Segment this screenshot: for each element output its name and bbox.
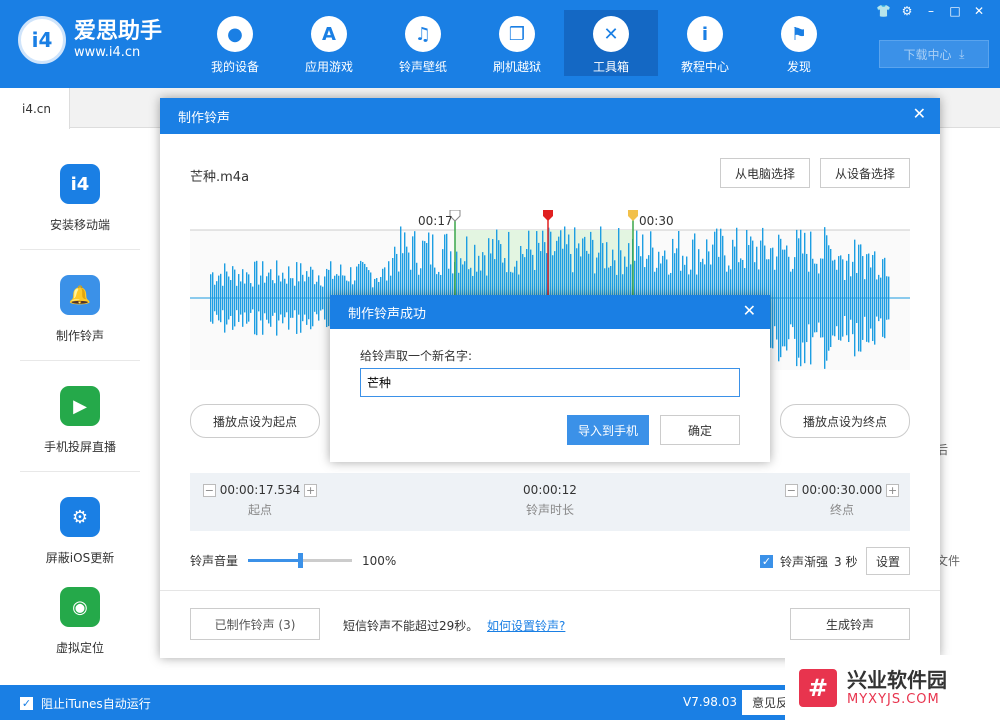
ringtone-name-input[interactable]: [360, 368, 740, 397]
tool-block-ios-update[interactable]: ⚙ 屏蔽iOS更新: [0, 497, 160, 566]
app-name: 爱思助手: [74, 19, 163, 44]
top-bar: i4 爱思助手 www.i4.cn ● 我的设备 A 应用游戏 ♫ 铃声壁纸 ❒ 刷机越…: [0, 0, 1000, 88]
minimize-icon[interactable]: –: [924, 4, 938, 18]
mirror-play-icon: ▶: [60, 386, 100, 426]
time-panel: − 00:00:17.534 + 起点 00:00:12 铃声时长 − 00:0…: [190, 473, 910, 531]
watermark-url: MYXYJS.COM: [847, 692, 940, 707]
tools-icon: ✕: [593, 16, 629, 52]
end-plus-button[interactable]: +: [886, 484, 900, 497]
block-update-icon: ⚙: [60, 497, 100, 537]
flag-icon: ⚑: [781, 16, 817, 52]
tool-screen-mirror[interactable]: ▶ 手机投屏直播: [0, 386, 160, 455]
download-icon: ⤓: [959, 46, 965, 61]
download-center-button[interactable]: 下载中心 ⤓: [879, 40, 989, 68]
start-marker-time: 00:17: [418, 214, 453, 228]
playhead-handle: [543, 210, 553, 221]
i4-logo-icon: i4: [18, 16, 66, 64]
watermark-logo-icon: #: [799, 668, 837, 707]
main-nav: ● 我的设备 A 应用游戏 ♫ 铃声壁纸 ❒ 刷机越狱 ✕ 工具箱 i 教程中心 ⚑ 发现: [188, 10, 846, 76]
nav-discover[interactable]: ⚑ 发现: [752, 10, 846, 76]
end-marker-handle: [628, 210, 638, 221]
choose-from-pc-button[interactable]: 从电脑选择: [720, 158, 810, 188]
dialog-title: 制作铃声: [178, 110, 231, 126]
version-text: V7.98.03: [683, 695, 738, 709]
name-prompt: 给铃声取一个新名字:: [360, 349, 473, 363]
success-header: 制作铃声成功 ✕: [330, 295, 770, 329]
nav-ringtones[interactable]: ♫ 铃声壁纸: [376, 10, 470, 76]
window-controls: 👕 ⚙ – □ ✕: [876, 4, 986, 18]
start-plus-button[interactable]: +: [304, 484, 318, 497]
maximize-icon[interactable]: □: [948, 4, 962, 18]
volume-knob[interactable]: [298, 553, 304, 568]
ringtone-success-dialog: 制作铃声成功 ✕ 给铃声取一个新名字: 导入到手机 确定: [330, 295, 770, 462]
volume-slider[interactable]: [248, 553, 353, 568]
file-name: 芒种.m4a: [190, 170, 250, 185]
nav-my-device[interactable]: ● 我的设备: [188, 10, 282, 76]
app-url: www.i4.cn: [74, 45, 141, 60]
fade-settings-button[interactable]: 设置: [866, 547, 910, 575]
tool-virtual-location[interactable]: ◉ 虚拟定位: [0, 587, 160, 656]
start-time-group: − 00:00:17.534 + 起点: [200, 483, 320, 518]
choose-from-device-button[interactable]: 从设备选择: [820, 158, 910, 188]
volume-row: 铃声音量 100%: [190, 552, 396, 569]
settings-gear-icon[interactable]: ⚙: [900, 4, 914, 18]
tab-i4[interactable]: i4.cn: [0, 88, 70, 129]
start-minus-button[interactable]: −: [202, 484, 216, 497]
fade-in-group: ✓ 铃声渐强 3 秒: [760, 553, 857, 570]
close-icon[interactable]: ✕: [913, 106, 926, 122]
fade-in-label: 铃声渐强: [780, 555, 829, 569]
duration-label: 铃声时长: [525, 503, 574, 517]
nav-toolbox[interactable]: ✕ 工具箱: [564, 10, 658, 76]
nav-flash[interactable]: ❒ 刷机越狱: [470, 10, 564, 76]
ok-button[interactable]: 确定: [660, 415, 740, 445]
volume-label: 铃声音量: [190, 554, 239, 568]
nav-tutorials[interactable]: i 教程中心: [658, 10, 752, 76]
itunes-label: 阻止iTunes自动运行: [41, 697, 151, 711]
end-minus-button[interactable]: −: [784, 484, 798, 497]
volume-value: 100%: [362, 553, 397, 568]
toolbox-sidebar: i4 安装移动端 🔔 制作铃声 ▶ 手机投屏直播 ⚙ 屏蔽iOS更新 ◉ 虚拟定…: [0, 129, 160, 685]
watermark-title: 兴业软件园: [847, 668, 947, 692]
success-title: 制作铃声成功: [348, 306, 427, 322]
nav-apps[interactable]: A 应用游戏: [282, 10, 376, 76]
itunes-checkbox[interactable]: ✓: [20, 697, 33, 710]
duration-group: 00:00:12 铃声时长: [490, 483, 610, 518]
volume-fill: [248, 559, 301, 562]
dialog-header: 制作铃声 ✕: [160, 98, 940, 134]
end-label: 终点: [829, 503, 854, 517]
end-time-group: − 00:00:30.000 + 终点: [782, 483, 902, 518]
duration-value: 00:00:12: [523, 483, 577, 497]
app-store-icon: A: [311, 16, 347, 52]
set-end-button[interactable]: 播放点设为终点: [780, 404, 910, 438]
import-to-phone-button[interactable]: 导入到手机: [567, 415, 649, 445]
bell-icon: 🔔: [60, 275, 100, 315]
tool-make-ringtone[interactable]: 🔔 制作铃声: [0, 275, 160, 344]
sms-note: 短信铃声不能超过29秒。: [343, 619, 479, 633]
set-start-button[interactable]: 播放点设为起点: [190, 404, 320, 438]
fade-in-seconds: 3 秒: [834, 555, 858, 569]
watermark: # 兴业软件园 MYXYJS.COM: [785, 655, 1000, 720]
start-time-value: 00:00:17.534: [219, 483, 301, 497]
end-marker-time: 00:30: [639, 214, 674, 228]
skin-icon[interactable]: 👕: [876, 4, 891, 18]
i4-app-icon: i4: [60, 164, 100, 204]
fade-in-checkbox[interactable]: ✓: [760, 555, 773, 568]
generate-ringtone-button[interactable]: 生成铃声: [790, 608, 910, 640]
end-time-value: 00:00:30.000: [801, 483, 883, 497]
howto-link[interactable]: 如何设置铃声?: [487, 617, 565, 634]
tool-install-mobile[interactable]: i4 安装移动端: [0, 164, 160, 233]
location-pin-icon: ◉: [60, 587, 100, 627]
info-icon: i: [687, 16, 723, 52]
start-label: 起点: [247, 503, 272, 517]
close-icon[interactable]: ✕: [972, 4, 986, 18]
made-ringtones-button[interactable]: 已制作铃声 (3): [190, 608, 320, 640]
box-icon: ❒: [499, 16, 535, 52]
app-logo: i4 爱思助手 www.i4.cn: [18, 16, 162, 64]
music-icon: ♫: [405, 16, 441, 52]
close-icon[interactable]: ✕: [743, 303, 756, 319]
apple-icon: ●: [217, 16, 253, 52]
